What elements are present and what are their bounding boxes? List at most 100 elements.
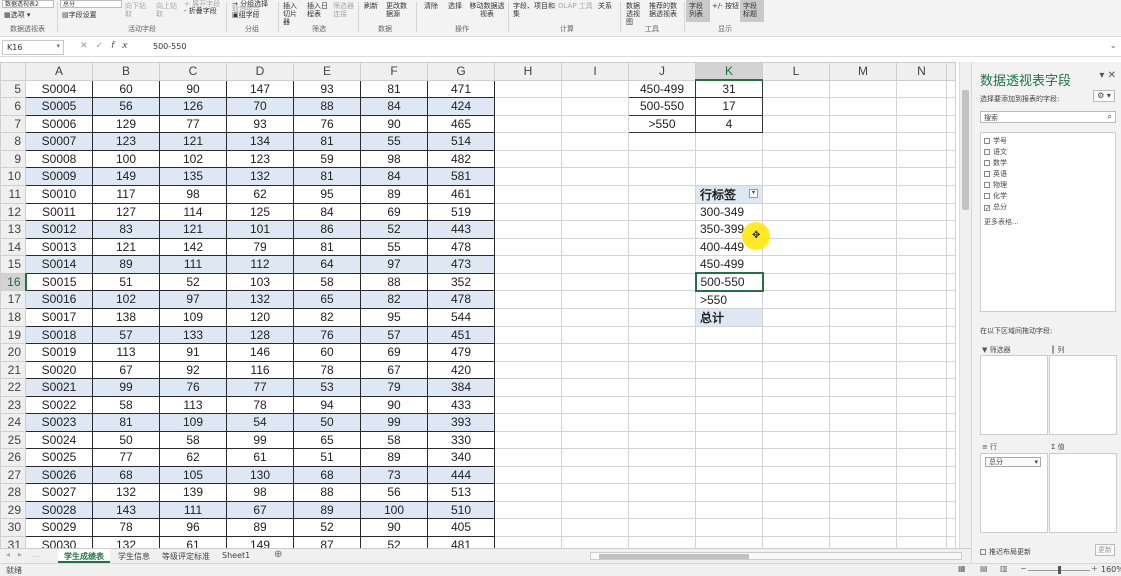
zoom-level[interactable]: 160% — [1101, 565, 1121, 574]
cell-g[interactable]: 451 — [427, 325, 495, 344]
cell-empty[interactable] — [896, 483, 947, 502]
field-item[interactable]: 数学 — [984, 158, 1007, 168]
cell-empty[interactable] — [762, 272, 830, 291]
filter-dropdown-icon[interactable]: ▾ — [749, 188, 758, 198]
cell-empty[interactable] — [494, 360, 562, 379]
cell-d[interactable]: 112 — [226, 255, 294, 274]
cell-g[interactable]: 384 — [427, 378, 495, 397]
cell-g[interactable]: 478 — [427, 237, 495, 256]
cell-empty[interactable] — [494, 378, 562, 397]
cell-empty[interactable] — [946, 343, 956, 362]
cell-empty[interactable] — [494, 272, 562, 291]
cell-empty[interactable] — [946, 97, 956, 116]
scrollbar-thumb[interactable] — [962, 90, 969, 210]
cell-b[interactable]: 89 — [92, 255, 160, 274]
row-header[interactable]: 11 — [0, 184, 26, 204]
cell-empty[interactable] — [829, 378, 897, 397]
cell-d[interactable]: 147 — [226, 79, 294, 98]
cell-empty[interactable] — [561, 237, 629, 256]
column-header-h[interactable]: H — [494, 62, 562, 81]
cell-empty[interactable] — [762, 184, 830, 204]
cell-empty[interactable] — [896, 79, 947, 98]
cell-b[interactable]: 77 — [92, 448, 160, 467]
cell-empty[interactable] — [829, 79, 897, 98]
cell-empty[interactable] — [896, 378, 947, 397]
cell-empty[interactable] — [762, 343, 830, 362]
cell-j[interactable] — [628, 448, 696, 467]
cell-empty[interactable] — [946, 272, 956, 291]
cell-b[interactable]: 99 — [92, 378, 160, 397]
cell-empty[interactable] — [561, 378, 629, 397]
field-item[interactable]: ✓ 总分 — [984, 202, 1007, 212]
cell-c[interactable]: 90 — [159, 79, 227, 98]
cell-c[interactable]: 135 — [159, 167, 227, 186]
cell-empty[interactable] — [494, 500, 562, 519]
field-headers-button[interactable]: 字段标题 — [743, 2, 761, 18]
cell-empty[interactable] — [762, 202, 830, 221]
cell-e[interactable]: 52 — [293, 518, 361, 537]
cell-g[interactable]: 340 — [427, 448, 495, 467]
cell-empty[interactable] — [561, 465, 629, 484]
cell-f[interactable]: 58 — [360, 430, 428, 449]
cell-d[interactable]: 103 — [226, 272, 294, 291]
cell-f[interactable]: 89 — [360, 184, 428, 204]
filters-area[interactable] — [980, 355, 1048, 435]
cell-c[interactable]: 62 — [159, 448, 227, 467]
cell-c[interactable]: 76 — [159, 378, 227, 397]
relationships-button[interactable]: 关系 — [598, 2, 612, 10]
cell-k[interactable] — [695, 167, 763, 186]
cell-d[interactable]: 98 — [226, 483, 294, 502]
cell-empty[interactable] — [946, 518, 956, 537]
cell-empty[interactable] — [896, 132, 947, 151]
cell-empty[interactable] — [561, 167, 629, 186]
cell-a[interactable]: S0030 — [25, 535, 93, 548]
cell-empty[interactable] — [829, 132, 897, 151]
cell-c[interactable]: 58 — [159, 430, 227, 449]
cell-d[interactable]: 93 — [226, 114, 294, 133]
cell-empty[interactable] — [762, 430, 830, 449]
field-checkbox[interactable] — [984, 171, 990, 177]
cell-j[interactable] — [628, 360, 696, 379]
cell-empty[interactable] — [896, 430, 947, 449]
close-icon[interactable]: ✕ — [1108, 70, 1116, 81]
row-header[interactable]: 6 — [0, 97, 26, 116]
cell-empty[interactable] — [762, 220, 830, 239]
cell-empty[interactable] — [946, 500, 956, 519]
cell-d[interactable]: 78 — [226, 395, 294, 414]
plus-minus-buttons-toggle[interactable]: +/- 按钮 — [712, 2, 742, 10]
cell-empty[interactable] — [896, 272, 947, 291]
cell-empty[interactable] — [946, 237, 956, 256]
formula-input[interactable]: 500-550 — [153, 42, 186, 51]
cell-empty[interactable] — [762, 307, 830, 327]
cell-empty[interactable] — [829, 448, 897, 467]
chevron-down-icon[interactable]: ▾ — [56, 42, 60, 50]
cell-j[interactable] — [628, 220, 696, 239]
field-checkbox[interactable] — [984, 160, 990, 166]
tab-student-scores[interactable]: 学生成绩表 — [58, 549, 110, 563]
cell-g[interactable]: 581 — [427, 167, 495, 186]
row-field-chip[interactable]: 总分 ▾ — [985, 457, 1041, 467]
cell-j[interactable] — [628, 202, 696, 221]
cell-b[interactable]: 57 — [92, 325, 160, 344]
cell-c[interactable]: 97 — [159, 290, 227, 309]
cell-a[interactable]: S0018 — [25, 325, 93, 344]
cell-d[interactable]: 132 — [226, 167, 294, 186]
cell-d[interactable]: 61 — [226, 448, 294, 467]
cell-k[interactable]: 行标签 ▾ — [695, 184, 763, 204]
cell-empty[interactable] — [762, 167, 830, 186]
cell-empty[interactable] — [494, 535, 562, 548]
column-header-e[interactable]: E — [293, 62, 361, 81]
cell-e[interactable]: 78 — [293, 360, 361, 379]
cell-empty[interactable] — [829, 149, 897, 168]
cell-empty[interactable] — [494, 518, 562, 537]
cell-k[interactable] — [695, 325, 763, 344]
cell-empty[interactable] — [494, 255, 562, 274]
worksheet-grid[interactable]: ABCDEFGHIJKLMN 5 S0004 60 90 147 93 81 471 450-4… — [0, 62, 959, 548]
refresh-button[interactable]: 刷新 — [364, 2, 378, 10]
cell-g[interactable]: 510 — [427, 500, 495, 519]
cell-empty[interactable] — [896, 448, 947, 467]
more-tables-link[interactable]: 更多表格... — [984, 217, 1019, 227]
cell-empty[interactable] — [829, 483, 897, 502]
cell-g[interactable]: 544 — [427, 307, 495, 327]
select-all-corner[interactable] — [0, 62, 26, 81]
